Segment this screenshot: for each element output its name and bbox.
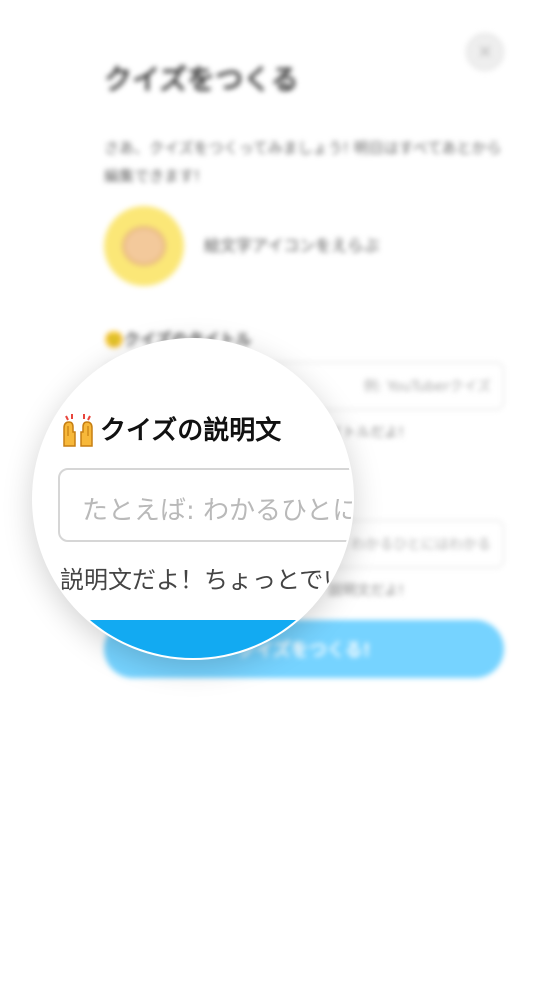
- avatar-select-label[interactable]: 絵文字アイコンをえらぶ: [204, 232, 379, 256]
- raising-hands-icon: [63, 414, 93, 447]
- emoji-face-icon: [122, 226, 166, 266]
- description-section-title: クイズの説明文: [100, 416, 282, 446]
- description-placeholder: たとえば: わかるひとにはわかる: [82, 496, 352, 526]
- close-icon: ✕: [477, 41, 493, 63]
- title-input-placeholder: 例: YouTuberクイズ: [363, 379, 491, 395]
- description-help-text: 説明文だよ！ちょっとでいいよ: [60, 566, 352, 594]
- create-quiz-button-zoomed[interactable]: [58, 620, 352, 658]
- close-button[interactable]: ✕: [466, 33, 504, 71]
- page-title: クイズをつくる: [104, 63, 299, 96]
- magnifier-lens: クイズの説明文 たとえば: わかるひとにはわかる 説明文だよ！ちょっとでいいよ: [32, 338, 354, 660]
- intro-text: さあ、クイズをつくってみましょう! 明日はすべてあとから編集できます!: [104, 139, 502, 185]
- avatar[interactable]: [104, 206, 184, 286]
